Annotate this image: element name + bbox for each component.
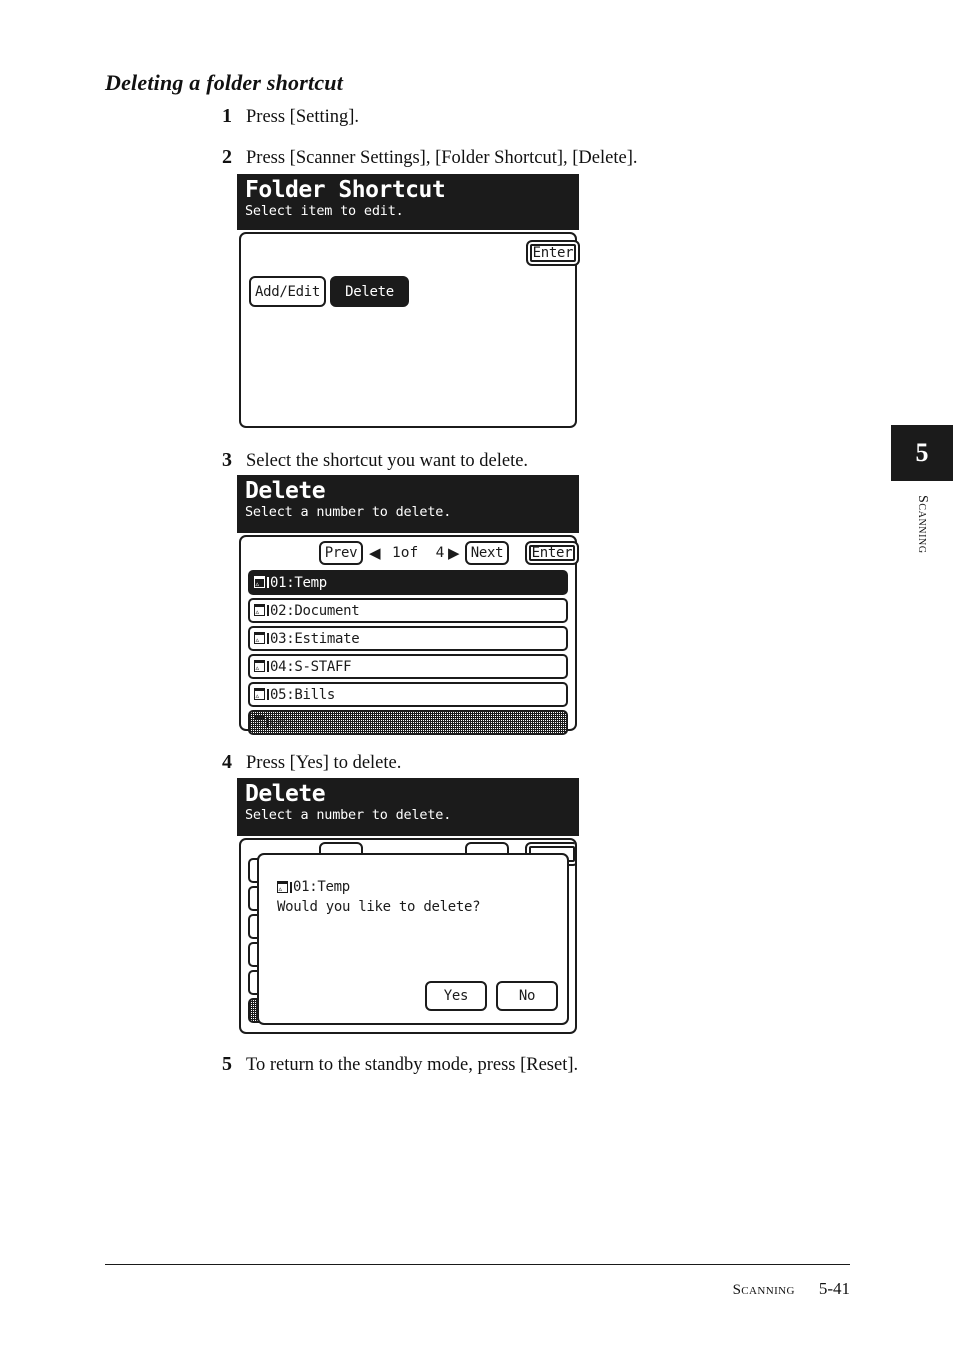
enter-button[interactable]: Enter (525, 541, 579, 565)
folder-shortcut-icon: ▵ (254, 660, 269, 673)
footer-chapter: Scanning (732, 1282, 795, 1298)
list-item-label: 03:Estimate (270, 630, 360, 647)
lcd-screenshot-delete-list: Delete Select a number to delete. Prev ◀… (237, 475, 579, 735)
list-item-label: 06: (270, 714, 295, 731)
page-indicator: 1of 4 (392, 545, 445, 561)
list-item-label: 02:Document (270, 602, 360, 619)
step-4-number: 4 (222, 751, 232, 773)
list-item[interactable]: ▵ 05:Bills (248, 682, 568, 707)
list-item[interactable]: ▵ 03:Estimate (248, 626, 568, 651)
lcd-header: Delete Select a number to delete. (237, 778, 579, 836)
lcd-screenshot-folder-shortcut: Folder Shortcut Select item to edit. Ent… (237, 174, 580, 430)
list-item-label: 04:S-STAFF (270, 658, 352, 675)
step-3-number: 3 (222, 449, 232, 471)
step-5-number: 5 (222, 1053, 232, 1075)
step-2-text: Press [Scanner Settings], [Folder Shortc… (246, 148, 638, 168)
yes-button[interactable]: Yes (425, 981, 487, 1011)
lcd-subtitle: Select a number to delete. (245, 504, 452, 521)
lcd-body: Prev ◀ 1of 4 ▶ Next Enter ▵ 01:Temp ▵ 02… (239, 535, 579, 735)
add-edit-button[interactable]: Add/Edit (249, 276, 326, 307)
lcd-subtitle: Select a number to delete. (245, 807, 452, 824)
folder-shortcut-icon: ▵ (254, 716, 269, 729)
step-4-text: Press [Yes] to delete. (246, 753, 402, 773)
lcd-header: Delete Select a number to delete. (237, 475, 579, 533)
step-1-number: 1 (222, 105, 232, 127)
list-item-label: 01:Temp (270, 574, 327, 591)
step-3-text: Select the shortcut you want to delete. (246, 451, 529, 471)
step-2-number: 2 (222, 146, 232, 168)
list-item-label: 05:Bills (270, 686, 336, 703)
page-title: Deleting a folder shortcut (105, 70, 344, 95)
step-5: 5 To return to the standby mode, press [… (212, 1053, 578, 1076)
folder-shortcut-icon: ▵ (254, 604, 269, 617)
dialog-item-label: 01:Temp (293, 879, 350, 895)
folder-shortcut-icon: ▵ (254, 688, 269, 701)
delete-button[interactable]: Delete (330, 276, 409, 307)
lcd-title: Delete (245, 478, 326, 504)
step-1-text: Press [Setting]. (246, 107, 360, 127)
no-button[interactable]: No (496, 981, 558, 1011)
left-arrow-icon[interactable]: ◀ (369, 546, 381, 561)
list-item[interactable]: ▵ 04:S-STAFF (248, 654, 568, 679)
step-2: 2 Press [Scanner Settings], [Folder Shor… (212, 146, 638, 169)
step-4: 4 Press [Yes] to delete. (212, 751, 401, 774)
enter-button[interactable]: Enter (526, 240, 580, 266)
list-item[interactable]: ▵ 06: (248, 710, 568, 735)
folder-shortcut-icon: ▵ (254, 576, 269, 589)
lcd-body: ▵ 01:Temp Would you like to delete? Yes … (239, 838, 577, 1034)
confirm-dialog: ▵ 01:Temp Would you like to delete? Yes … (257, 853, 569, 1025)
list-item[interactable]: ▵ 01:Temp (248, 570, 568, 595)
lcd-title: Delete (245, 781, 326, 807)
lcd-screenshot-delete-confirm: Delete Select a number to delete. ▵ 01:T… (237, 778, 579, 1036)
step-5-text: To return to the standby mode, press [Re… (246, 1055, 579, 1075)
lcd-body: Enter Add/Edit Delete (239, 232, 580, 428)
footer: Scanning 5-41 (733, 1279, 850, 1299)
prev-page-button[interactable]: Prev (319, 541, 363, 565)
lcd-title: Folder Shortcut (245, 177, 446, 203)
footer-divider (105, 1264, 850, 1265)
right-arrow-icon[interactable]: ▶ (448, 546, 460, 561)
lcd-subtitle: Select item to edit. (245, 203, 404, 220)
step-1: 1 Press [Setting]. (212, 105, 359, 128)
lcd-header: Folder Shortcut Select item to edit. (237, 174, 579, 230)
dialog-item-row: ▵ 01:Temp (277, 879, 350, 895)
step-3: 3 Select the shortcut you want to delete… (212, 449, 528, 472)
footer-page-number: 5-41 (818, 1279, 850, 1298)
chapter-tab-number: 5 (891, 425, 953, 481)
folder-shortcut-icon: ▵ (254, 632, 269, 645)
list-item[interactable]: ▵ 02:Document (248, 598, 568, 623)
dialog-question: Would you like to delete? (277, 899, 481, 915)
chapter-tab-label: Scanning (891, 495, 953, 605)
next-page-button[interactable]: Next (465, 541, 509, 565)
folder-shortcut-icon: ▵ (277, 880, 292, 894)
chapter-tab-label-text: Scanning (915, 495, 930, 554)
